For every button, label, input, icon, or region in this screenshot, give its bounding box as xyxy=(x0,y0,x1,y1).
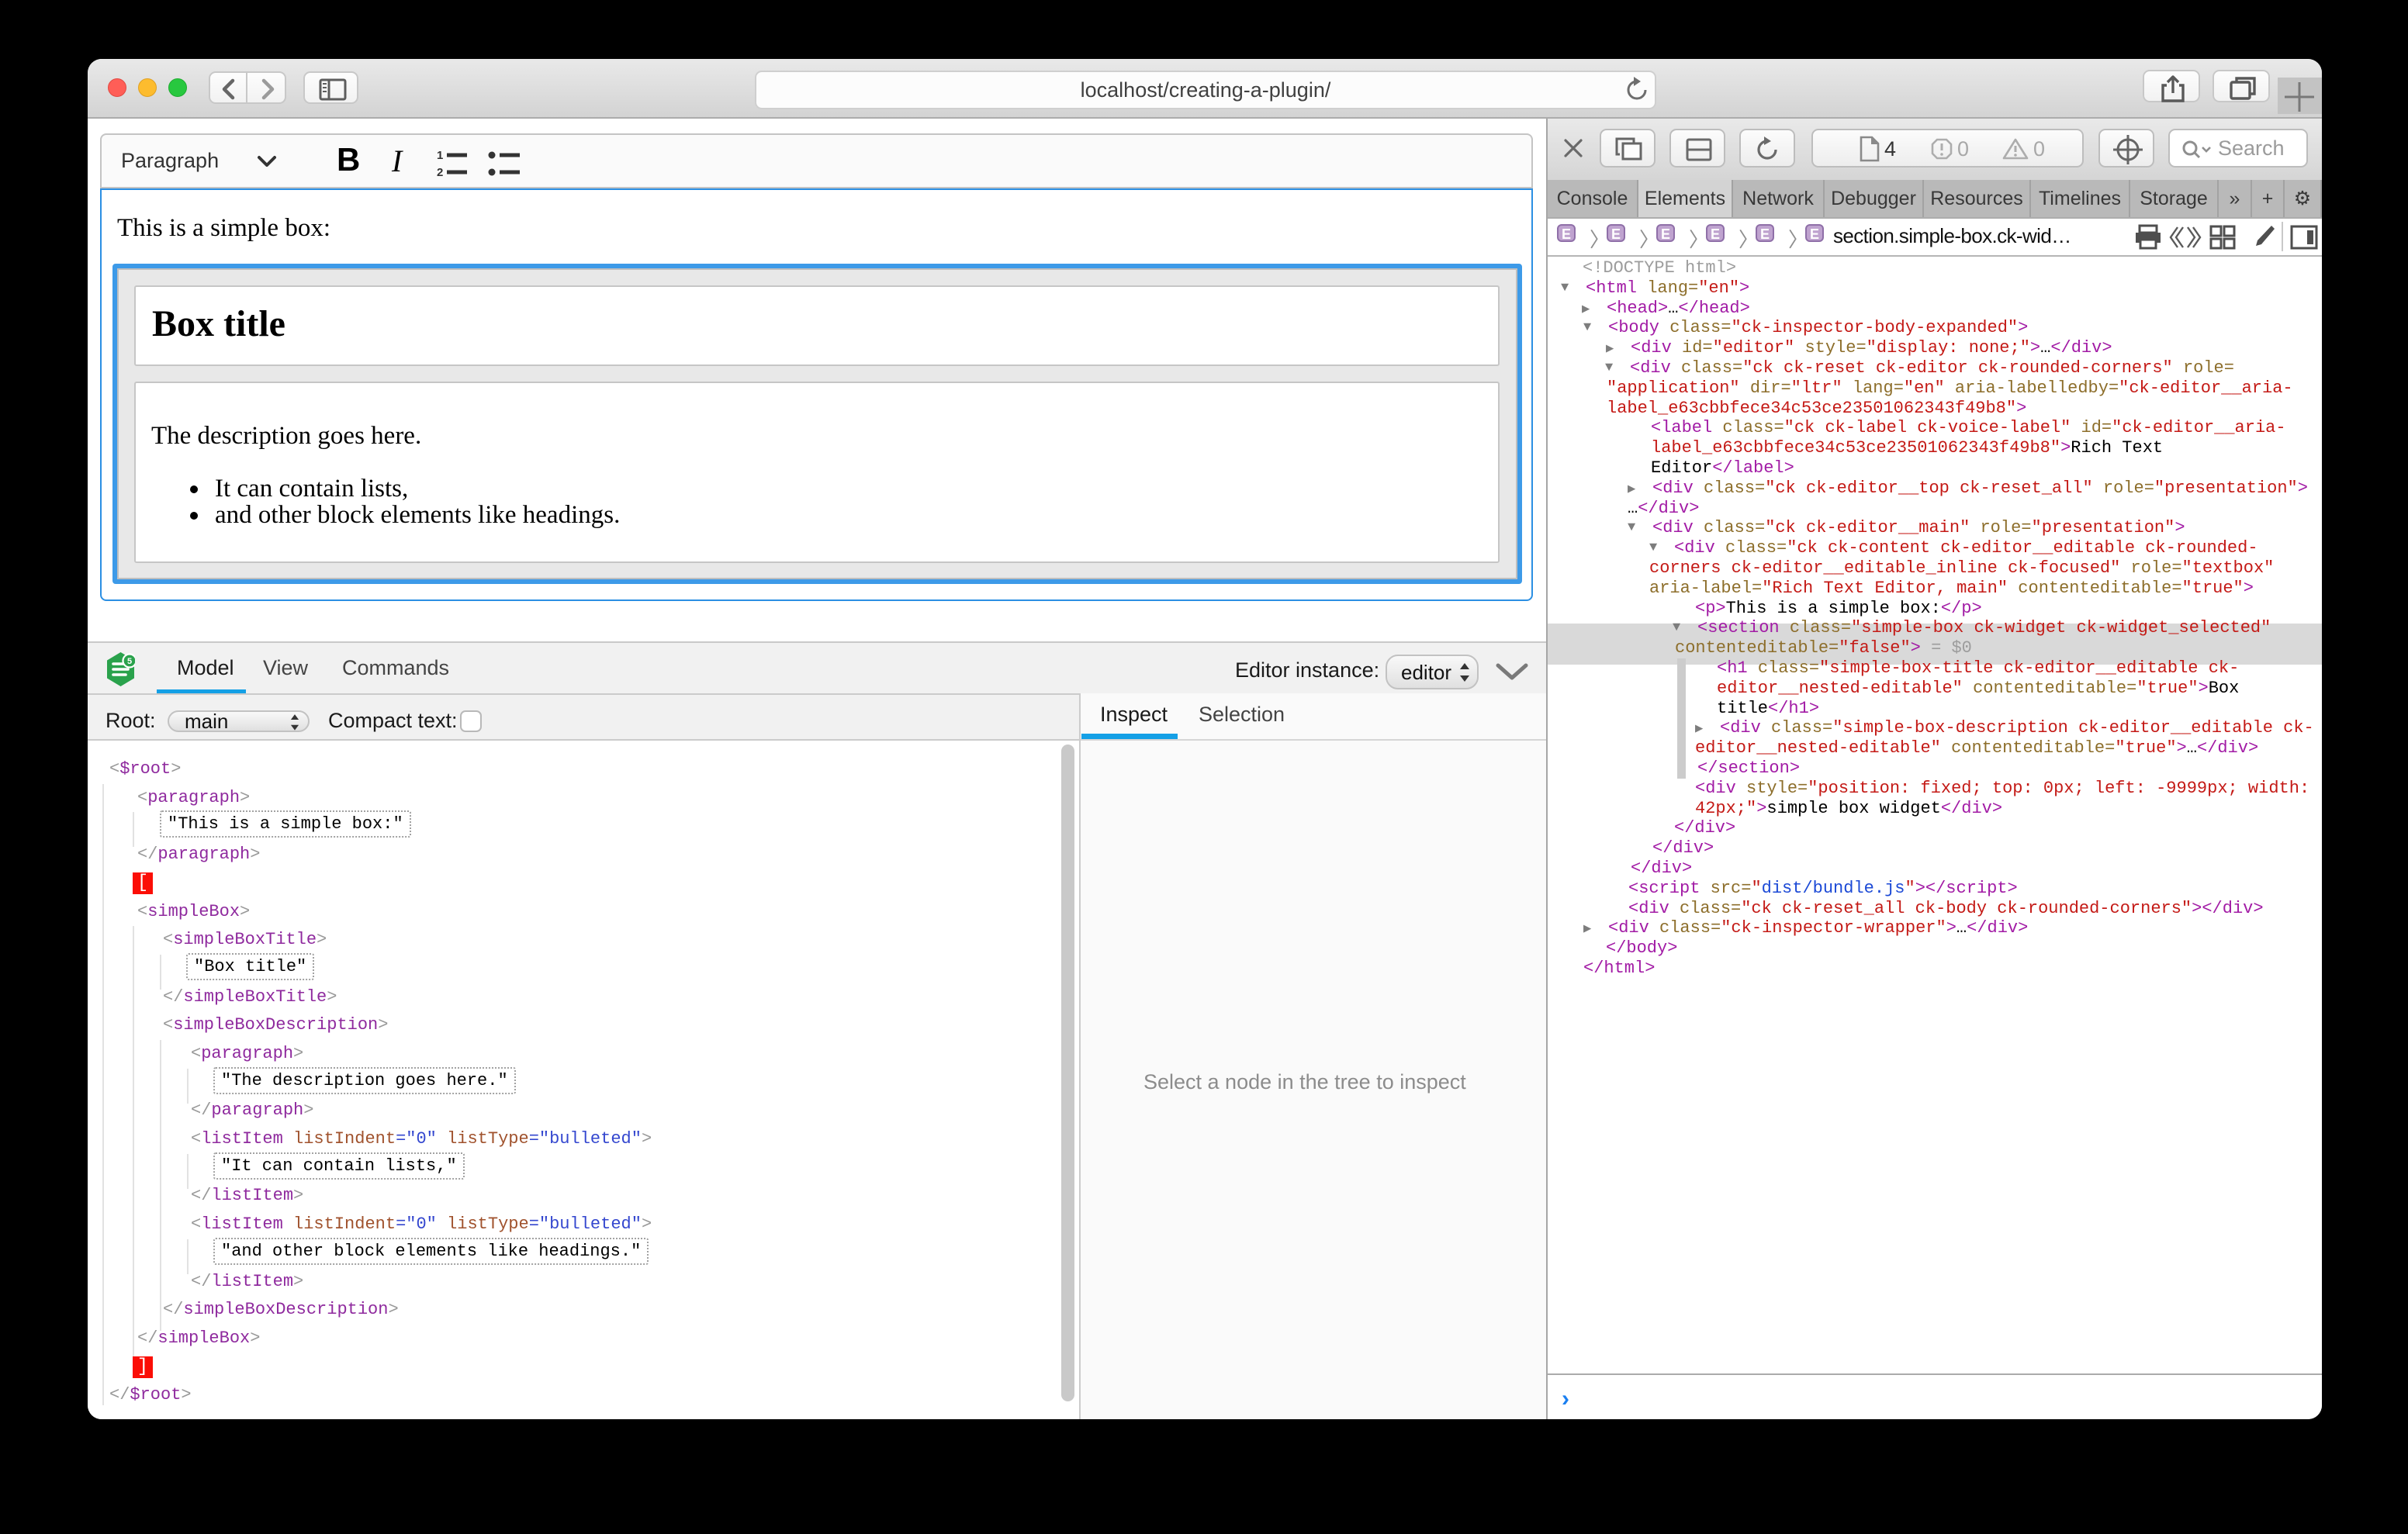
svg-text:2: 2 xyxy=(437,166,443,178)
svg-text:5: 5 xyxy=(127,657,132,666)
svg-text:1: 1 xyxy=(437,149,443,162)
